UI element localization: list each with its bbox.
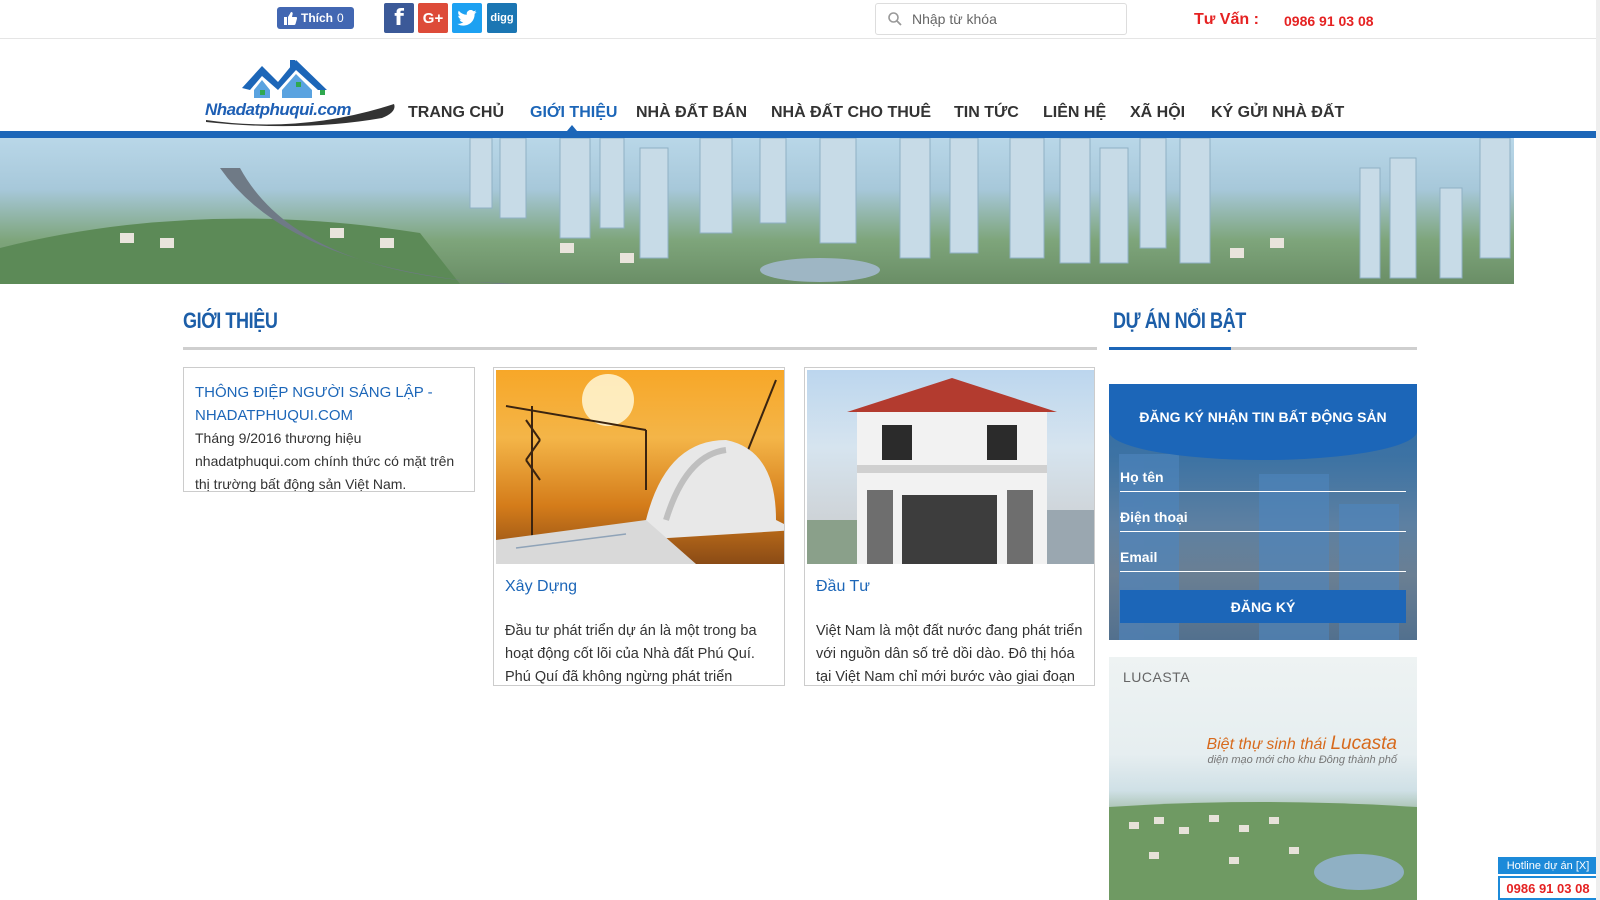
nav-xa-hoi[interactable]: XÃ HỘI — [1130, 104, 1185, 122]
card-title[interactable]: THÔNG ĐIỆP NGƯỜI SÁNG LẬP - NHADATPHUQUI… — [195, 381, 465, 427]
consult-label: Tư Vấn : — [1194, 11, 1259, 28]
twitter-icon — [457, 10, 477, 26]
construction-card[interactable]: Xây Dựng Đầu tư phát triển dự án là một … — [493, 367, 785, 686]
sidebar-title: DỰ ÁN NỔI BẬT — [1113, 308, 1246, 333]
facebook-share-button[interactable]: f — [384, 3, 414, 33]
hotline-phone[interactable]: 0986 91 03 08 — [1498, 876, 1598, 900]
subscribe-form: ĐĂNG KÝ NHẬN TIN BẤT ĐỘNG SẢN Họ tên Điệ… — [1109, 384, 1417, 640]
investment-card[interactable]: Đầu Tư Việt Nam là một đất nước đang phá… — [804, 367, 1095, 686]
search-box[interactable] — [875, 3, 1127, 35]
digg-share-button[interactable]: digg — [487, 3, 517, 33]
ad-tagline-prefix: Biệt thự sinh thái — [1206, 736, 1326, 753]
google-plus-icon: G+ — [422, 9, 444, 27]
logo-text[interactable]: Nhadatphuqui.com — [205, 100, 351, 120]
header-divider — [0, 131, 1600, 138]
consult-phone[interactable]: 0986 91 03 08 — [1284, 13, 1374, 29]
google-plus-share-button[interactable]: G+ — [418, 3, 448, 33]
title-rule — [183, 347, 1097, 350]
lucasta-aerial-image — [1109, 802, 1417, 900]
investment-image[interactable] — [807, 370, 1094, 564]
construction-image[interactable] — [496, 370, 784, 564]
nav-nha-dat-ban[interactable]: NHÀ ĐẤT BÁN — [636, 104, 747, 122]
card-text: Đầu tư phát triển dự án là một trong ba … — [505, 623, 757, 685]
founder-message-card[interactable]: THÔNG ĐIỆP NGƯỜI SÁNG LẬP - NHADATPHUQUI… — [183, 367, 475, 492]
hero-banner — [0, 138, 1514, 284]
nav-ky-gui-nha-dat[interactable]: KÝ GỬI NHÀ ĐẤT — [1211, 104, 1344, 122]
page-scrollbar[interactable] — [1596, 0, 1600, 900]
helmet-image — [496, 374, 784, 564]
city-skyline-image — [0, 138, 1511, 284]
subscribe-button[interactable]: ĐĂNG KÝ — [1120, 590, 1406, 623]
top-bar: Thích 0 f G+ digg Tư Vấn : 0986 91 03 08 — [0, 0, 1600, 39]
sidebar-title-rule — [1109, 347, 1417, 350]
facebook-icon: f — [394, 5, 404, 31]
name-field[interactable]: Họ tên — [1120, 469, 1406, 492]
nav-tin-tuc[interactable]: TIN TỨC — [954, 104, 1019, 122]
lucasta-ad-banner[interactable]: LUCASTA Biệt thự sinh thái Lucasta diện … — [1109, 657, 1417, 900]
ad-tagline: Biệt thự sinh thái Lucasta — [1206, 733, 1397, 755]
nav-gioi-thieu[interactable]: GIỚI THIỆU — [530, 104, 617, 122]
digg-icon: digg — [490, 12, 514, 24]
house-image — [807, 378, 1094, 564]
like-label: Thích — [301, 11, 333, 25]
thumbs-up-icon — [284, 11, 297, 25]
card-heading[interactable]: Đầu Tư — [816, 578, 870, 596]
search-input[interactable] — [912, 11, 1112, 27]
hotline-close-button[interactable]: Hotline dự án [X] — [1498, 857, 1598, 874]
nav-lien-he[interactable]: LIÊN HỆ — [1043, 104, 1106, 122]
card-text: Việt Nam là một đất nước đang phát triển… — [816, 623, 1083, 685]
ad-subline: diện mạo mới cho khu Đông thành phố — [1207, 754, 1398, 766]
lucasta-logo: LUCASTA — [1123, 669, 1191, 685]
facebook-like-button[interactable]: Thích 0 — [277, 7, 354, 29]
phone-field[interactable]: Điện thoại — [1120, 509, 1406, 532]
search-icon — [888, 12, 902, 26]
nav-trang-chu[interactable]: TRANG CHỦ — [408, 104, 504, 122]
nav-nha-dat-cho-thue[interactable]: NHÀ ĐẤT CHO THUÊ — [771, 104, 931, 122]
card-heading[interactable]: Xây Dựng — [505, 578, 577, 596]
page-title: GIỚI THIỆU — [183, 308, 278, 333]
email-field[interactable]: Email — [1120, 549, 1406, 572]
subscribe-title: ĐĂNG KÝ NHẬN TIN BẤT ĐỘNG SẢN — [1139, 409, 1387, 425]
like-count: 0 — [337, 11, 344, 25]
card-text: Tháng 9/2016 thương hiệu nhadatphuqui.co… — [195, 430, 455, 492]
ad-tagline-name: Lucasta — [1330, 733, 1397, 754]
twitter-share-button[interactable] — [452, 3, 482, 33]
